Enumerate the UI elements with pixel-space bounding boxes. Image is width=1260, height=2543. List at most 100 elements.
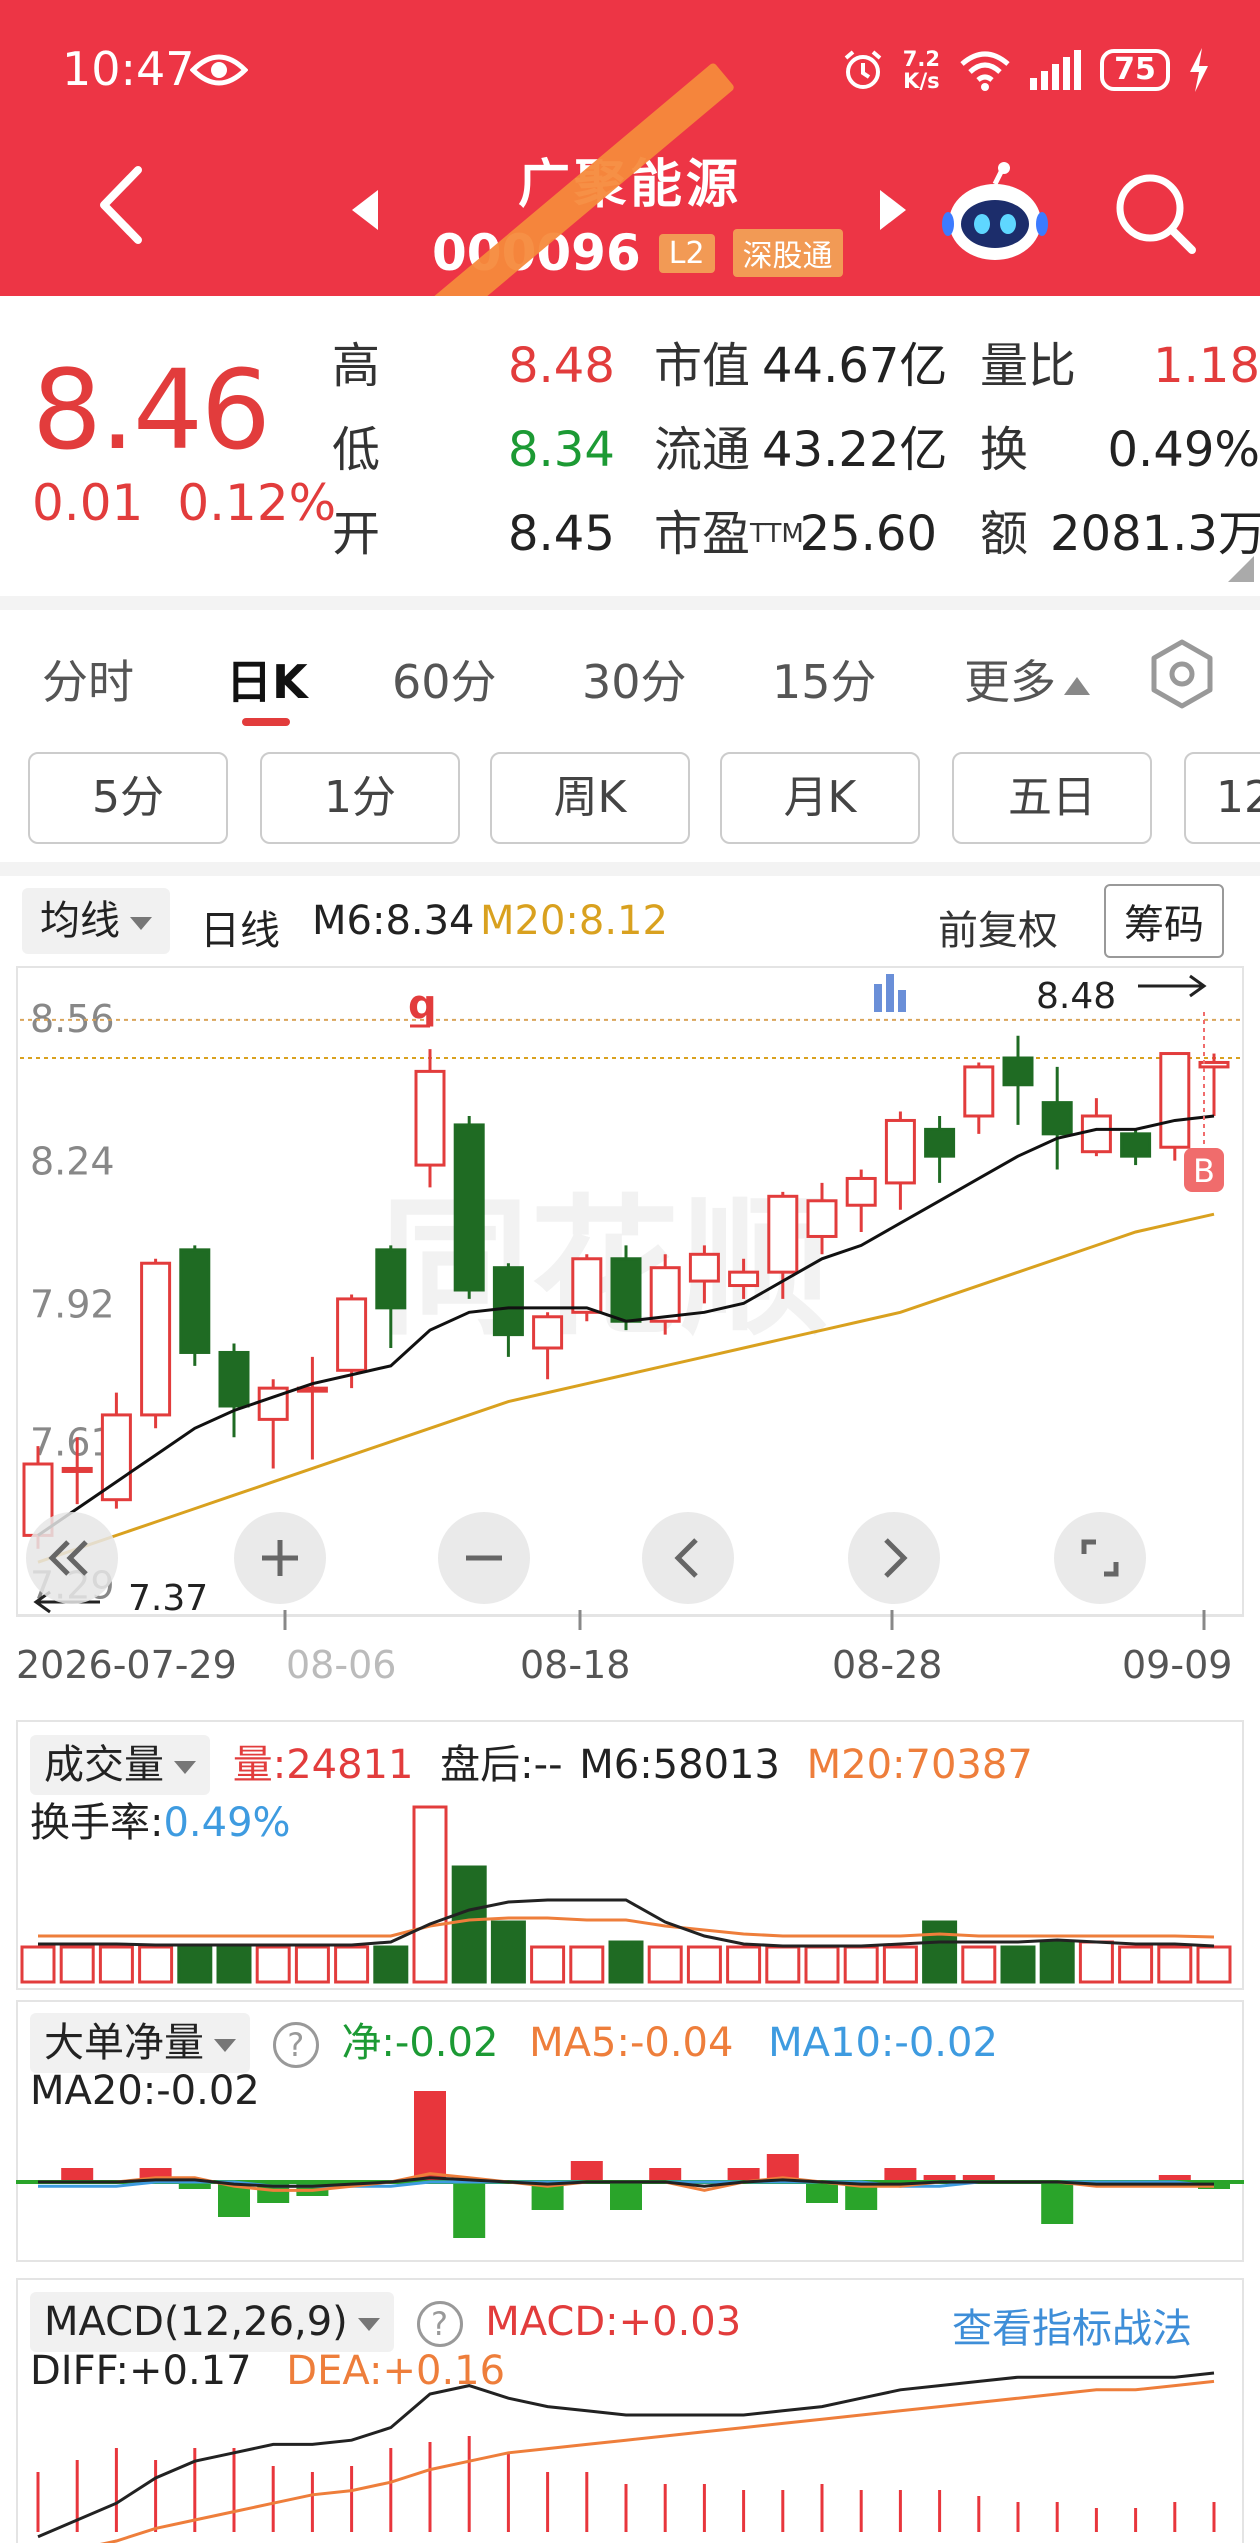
candle-body bbox=[767, 1194, 799, 1274]
net-volume-bar bbox=[414, 2091, 446, 2182]
chips-button[interactable]: 筹码 bbox=[1104, 884, 1224, 958]
robot-assistant-icon[interactable] bbox=[940, 160, 1050, 270]
tab-daily-k[interactable]: 日K bbox=[226, 646, 308, 712]
scroll-left-button[interactable] bbox=[642, 1512, 734, 1604]
volume-bar bbox=[20, 1945, 56, 1984]
chip-monthly-k[interactable]: 月K bbox=[720, 752, 920, 844]
volume-bar bbox=[334, 1945, 370, 1984]
level2-tag: L2 bbox=[658, 233, 715, 273]
candle-body bbox=[571, 1257, 603, 1314]
candle-body bbox=[884, 1118, 916, 1185]
price-change: 0.01 0.12% bbox=[32, 474, 370, 532]
volume-bar bbox=[569, 1945, 605, 1984]
report-icon bbox=[886, 974, 894, 1012]
tab-more[interactable]: 更多 bbox=[964, 646, 1090, 712]
net-volume-bar bbox=[884, 2168, 917, 2182]
candle-body bbox=[1120, 1132, 1152, 1158]
quote-key: 开 bbox=[332, 506, 381, 562]
triangle-up-icon bbox=[1064, 676, 1090, 695]
volume-bar bbox=[373, 1945, 409, 1984]
buy-marker-label: B bbox=[1193, 1152, 1215, 1190]
expand-corner-icon[interactable] bbox=[1228, 556, 1254, 582]
volume-bar bbox=[216, 1945, 252, 1984]
volume-ma20-line bbox=[38, 1916, 1215, 1939]
eye-icon bbox=[190, 54, 248, 86]
kline-type: 日线 bbox=[200, 908, 280, 954]
tab-15min[interactable]: 15分 bbox=[772, 646, 877, 712]
candle-body bbox=[649, 1266, 681, 1323]
ma20-value: M20:8.12 bbox=[480, 898, 668, 944]
settings-hexagon-icon[interactable] bbox=[1146, 638, 1218, 710]
wifi-icon bbox=[960, 51, 1010, 91]
x-tick-label: 08-28 bbox=[832, 1643, 942, 1687]
search-icon[interactable] bbox=[1110, 168, 1200, 258]
volume-bar bbox=[1039, 1940, 1075, 1984]
candle-body bbox=[1080, 1114, 1112, 1154]
net-volume-bar bbox=[806, 2182, 838, 2203]
volume-bar bbox=[530, 1945, 566, 1984]
volume-bar bbox=[1196, 1945, 1232, 1984]
fullscreen-button[interactable] bbox=[1054, 1512, 1146, 1604]
chip-more[interactable]: 12 bbox=[1184, 752, 1260, 844]
net-volume-chart[interactable] bbox=[0, 2000, 1260, 2262]
macd-chart[interactable] bbox=[0, 2278, 1260, 2543]
candle-body bbox=[140, 1261, 172, 1417]
candle-body bbox=[728, 1270, 760, 1288]
candle-body bbox=[336, 1297, 368, 1372]
status-time: 10:47 bbox=[62, 42, 195, 96]
adjust-mode[interactable]: 前复权 bbox=[938, 898, 1058, 956]
watermark: 同花顺 bbox=[380, 1182, 830, 1356]
zoom-in-button[interactable] bbox=[234, 1512, 326, 1604]
candle-body bbox=[688, 1252, 720, 1283]
quote-col-values-2: 44.67亿 43.22亿 25.60 bbox=[762, 324, 947, 576]
candle-body bbox=[179, 1248, 211, 1354]
x-tick-label: 08-06 bbox=[286, 1643, 396, 1687]
kline-header: 均线 日线 M6:8.34 M20:8.12 前复权 筹码 bbox=[0, 880, 1260, 960]
chip-5min[interactable]: 5分 bbox=[28, 752, 228, 844]
candle-body bbox=[924, 1127, 956, 1158]
volume-bar bbox=[1078, 1940, 1114, 1984]
turnover-rate: 0.49% bbox=[1107, 422, 1260, 478]
scroll-right-button[interactable] bbox=[848, 1512, 940, 1604]
scroll-left-fast-button[interactable] bbox=[26, 1512, 118, 1604]
more-period-chips: 5分 1分 周K 月K 五日 12 bbox=[0, 752, 1260, 846]
pe-ttm: 25.60 bbox=[799, 506, 937, 562]
quote-key: 低 bbox=[332, 422, 381, 478]
status-bar: 10:47 7.2 K/s 75 bbox=[0, 0, 1260, 140]
candle-body bbox=[845, 1176, 877, 1207]
zoom-out-button[interactable] bbox=[438, 1512, 530, 1604]
candle-body bbox=[532, 1315, 564, 1350]
x-tick-label: 08-18 bbox=[520, 1643, 630, 1687]
candle-body bbox=[1041, 1101, 1073, 1136]
period-tabs: 分时 日K 60分 30分 15分 更多 bbox=[0, 610, 1260, 730]
tab-intraday[interactable]: 分时 bbox=[42, 646, 134, 712]
volume-bar bbox=[412, 1805, 448, 1984]
kline-chart[interactable]: 8.568.247.927.617.29同花顺8.487.37qB2026-07… bbox=[0, 960, 1260, 1720]
volume-chart[interactable] bbox=[0, 1720, 1260, 1990]
volume-bar bbox=[255, 1945, 291, 1984]
volume-bar bbox=[843, 1945, 879, 1984]
volume-bar bbox=[490, 1920, 526, 1984]
chip-weekly-k[interactable]: 周K bbox=[490, 752, 690, 844]
quote-panel: 8.46 0.01 0.12% 高 低 开 8.48 8.34 8.45 市值 流… bbox=[0, 296, 1260, 596]
signal-icon bbox=[1030, 50, 1081, 90]
section-divider bbox=[0, 862, 1260, 876]
net-volume-bar bbox=[649, 2168, 682, 2182]
chip-five-day[interactable]: 五日 bbox=[952, 752, 1152, 844]
quote-low: 8.34 bbox=[508, 422, 615, 478]
tab-60min[interactable]: 60分 bbox=[392, 646, 497, 712]
candle-body bbox=[492, 1266, 524, 1337]
ma-selector[interactable]: 均线 bbox=[22, 888, 170, 954]
volume-bar bbox=[922, 1920, 958, 1984]
volume-ratio: 1.18 bbox=[1153, 338, 1260, 394]
chip-1min[interactable]: 1分 bbox=[260, 752, 460, 844]
volume-bar bbox=[961, 1945, 997, 1984]
report-icon bbox=[874, 984, 882, 1012]
net-volume-bar bbox=[61, 2168, 94, 2182]
ma6-value: M6:8.34 bbox=[312, 898, 475, 944]
volume-bar bbox=[1157, 1945, 1193, 1984]
candle-body bbox=[453, 1123, 485, 1292]
tab-30min[interactable]: 30分 bbox=[582, 646, 687, 712]
net-speed: 7.2 K/s bbox=[902, 47, 940, 93]
chevron-down-icon bbox=[130, 916, 152, 930]
